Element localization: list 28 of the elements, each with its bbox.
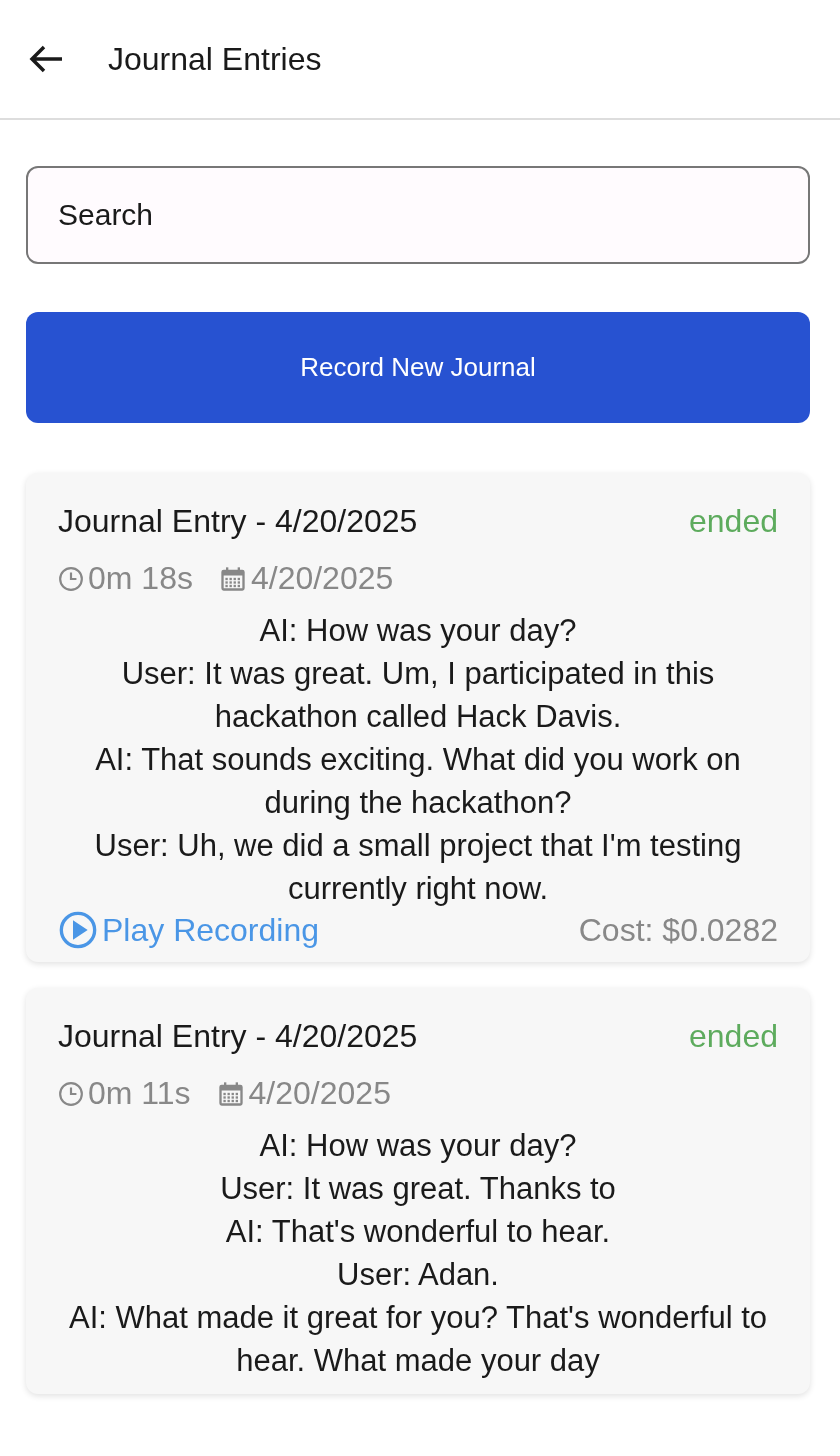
transcript-line: User: Adan. [336,1256,500,1294]
play-icon [58,910,98,950]
calendar-icon [216,1079,245,1108]
entry-status: ended [689,1018,778,1055]
entry-date: 4/20/2025 [248,1075,391,1112]
calendar-icon [218,564,247,593]
entry-cost: Cost: $0.0282 [578,911,778,949]
clock-icon [58,565,84,592]
entry-date: 4/20/2025 [250,560,394,597]
entry-title: Journal Entry - 4/20/2025 [58,1018,418,1055]
transcript-line: User: It was great. Um, I participated in this hackathon called Hack Davis. [120,655,716,736]
page-title: Journal Entries [108,40,322,78]
transcript-line: User: It was great. Thanks to [219,1170,617,1208]
search-field[interactable]: Search [26,166,810,264]
transcript-line: AI: What made it great for you? That's wonderful to hear. What made your day [68,1299,768,1380]
transcript-line: AI: That sounds exciting. What did you work on during the hackathon? [94,741,742,822]
transcript-line: AI: How was your day? [258,1127,578,1165]
record-button[interactable]: Record New Journal [26,312,810,423]
back-button[interactable] [28,44,64,74]
back-arrow-icon [28,44,64,74]
entry-title: Journal Entry - 4/20/2025 [58,503,418,540]
clock-icon [58,1080,84,1107]
transcript-line: AI: How was your day? [258,612,578,650]
transcript-line: AI: That's wonderful to hear. [224,1213,612,1251]
transcript-line: User: Uh, we did a small project that I'm testing currently right now. [93,827,743,908]
entry-status: ended [689,503,778,540]
entry-duration: 0m 18s [88,560,193,597]
entry-duration: 0m 11s [88,1075,191,1112]
